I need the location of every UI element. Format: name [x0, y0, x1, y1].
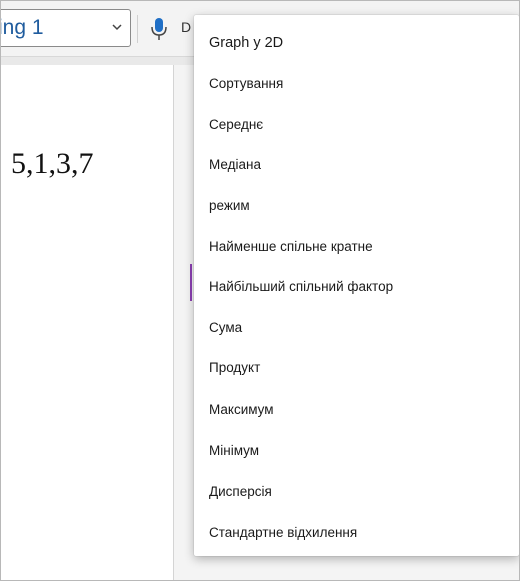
menu-item-median[interactable]: Медіана [194, 147, 519, 183]
menu-item-standard-deviation[interactable]: Стандартне відхилення [194, 515, 519, 551]
menu-item-sort[interactable]: Сортування [194, 66, 519, 102]
chevron-down-icon [112, 24, 122, 31]
menu-item-mode[interactable]: режим [194, 188, 519, 224]
menu-item-variance[interactable]: Дисперсія [194, 474, 519, 510]
menu-item-gcf[interactable]: Найбільший спільний фактор [194, 269, 519, 305]
toolbar-divider [137, 15, 138, 43]
math-actions-menu: Graph у 2D Сортування Середнє Медіана ре… [194, 15, 519, 556]
math-ink-text[interactable]: 5,1,3,7 [11, 147, 94, 181]
text-cursor [190, 264, 192, 301]
app-window: ing 1 D 5,1,3,7 Graph у 2D Сортування Се… [0, 0, 520, 581]
page-canvas[interactable]: 5,1,3,7 [1, 65, 173, 580]
menu-item-sum[interactable]: Сума [194, 310, 519, 346]
dictate-button-label[interactable]: D [181, 19, 191, 35]
menu-item-product[interactable]: Продукт [194, 350, 519, 386]
menu-item-lcm[interactable]: Найменше спільне кратне [194, 229, 519, 265]
style-selector[interactable]: ing 1 [0, 9, 131, 47]
microphone-icon[interactable] [149, 16, 169, 42]
menu-item-mean[interactable]: Середнє [194, 107, 519, 143]
style-selector-value: ing 1 [0, 16, 44, 39]
menu-item-minimum[interactable]: Мінімум [194, 433, 519, 469]
menu-item-graph-2d[interactable]: Graph у 2D [194, 25, 519, 61]
menu-item-maximum[interactable]: Максимум [194, 392, 519, 428]
